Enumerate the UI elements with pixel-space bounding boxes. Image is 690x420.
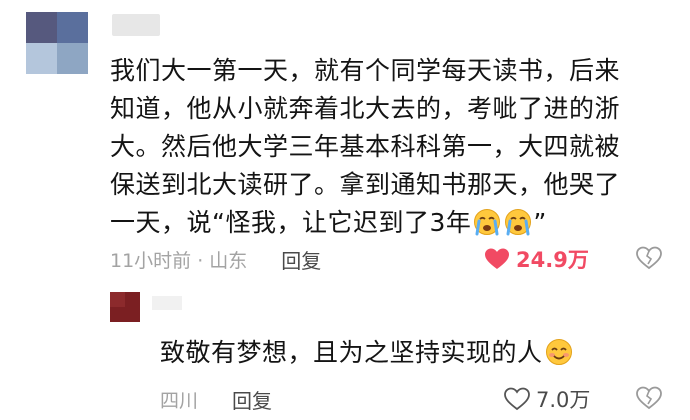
reply-meta: 四川 回复 bbox=[160, 384, 272, 414]
avatar-pixel bbox=[26, 43, 57, 74]
avatar-pixel bbox=[57, 12, 88, 43]
comment-text: 我们大一第一天，就有个同学每天读书，后来 知道，他从小就奔着北大去的，考呲了进的… bbox=[110, 52, 670, 242]
avatar-pixel bbox=[57, 43, 88, 74]
reply-username-blurred[interactable] bbox=[152, 296, 182, 310]
reply-text: 致敬有梦想，且为之坚持实现的人 bbox=[160, 334, 574, 372]
comment-line: 我们大一第一天，就有个同学每天读书，后来 bbox=[110, 56, 621, 85]
comment-line-last: 一天，说“怪我，让它迟到了3年 ” bbox=[110, 204, 670, 242]
comment-meta: 11小时前 · 山东 回复 bbox=[110, 244, 321, 274]
like-count: 7.0万 bbox=[536, 388, 591, 412]
comment-thread: 我们大一第一天，就有个同学每天读书，后来 知道，他从小就奔着北大去的，考呲了进的… bbox=[0, 0, 690, 420]
dislike-broken-heart-icon[interactable] bbox=[636, 246, 662, 270]
location: 四川 bbox=[160, 389, 199, 412]
comment-line: 一天，说“怪我，让它迟到了3年 bbox=[110, 208, 472, 237]
avatar-pixel bbox=[26, 12, 57, 43]
crying-face-icon bbox=[474, 209, 501, 236]
reply-text-content: 致敬有梦想，且为之坚持实现的人 bbox=[160, 338, 543, 367]
like-count: 24.9万 bbox=[516, 248, 589, 272]
reply-like-button[interactable]: 7.0万 bbox=[504, 384, 590, 414]
comment-line: 知道，他从小就奔着北大去的，考呲了进的浙 bbox=[110, 94, 621, 123]
timestamp-location: 11小时前 · 山东 bbox=[110, 249, 248, 272]
crying-face-icon bbox=[505, 209, 532, 236]
username-blurred[interactable] bbox=[112, 14, 160, 36]
comment-line: 大。然后他大学三年基本科科第一，大四就被 bbox=[110, 132, 621, 161]
comment-line: 保送到北大读研了。拿到通知书那天，他哭了 bbox=[110, 170, 621, 199]
reply-button[interactable]: 回复 bbox=[281, 245, 321, 274]
reply-avatar[interactable] bbox=[110, 292, 140, 322]
dislike-broken-heart-icon[interactable] bbox=[636, 386, 662, 410]
like-button[interactable]: 24.9万 bbox=[484, 244, 589, 274]
reply-button[interactable]: 回复 bbox=[232, 385, 272, 414]
blushing-smile-icon bbox=[545, 339, 572, 365]
closing-quote: ” bbox=[533, 208, 547, 237]
heart-filled-icon bbox=[485, 248, 509, 269]
avatar[interactable] bbox=[26, 12, 88, 74]
avatar-pixel bbox=[110, 292, 125, 307]
heart-outline-icon bbox=[504, 387, 530, 411]
